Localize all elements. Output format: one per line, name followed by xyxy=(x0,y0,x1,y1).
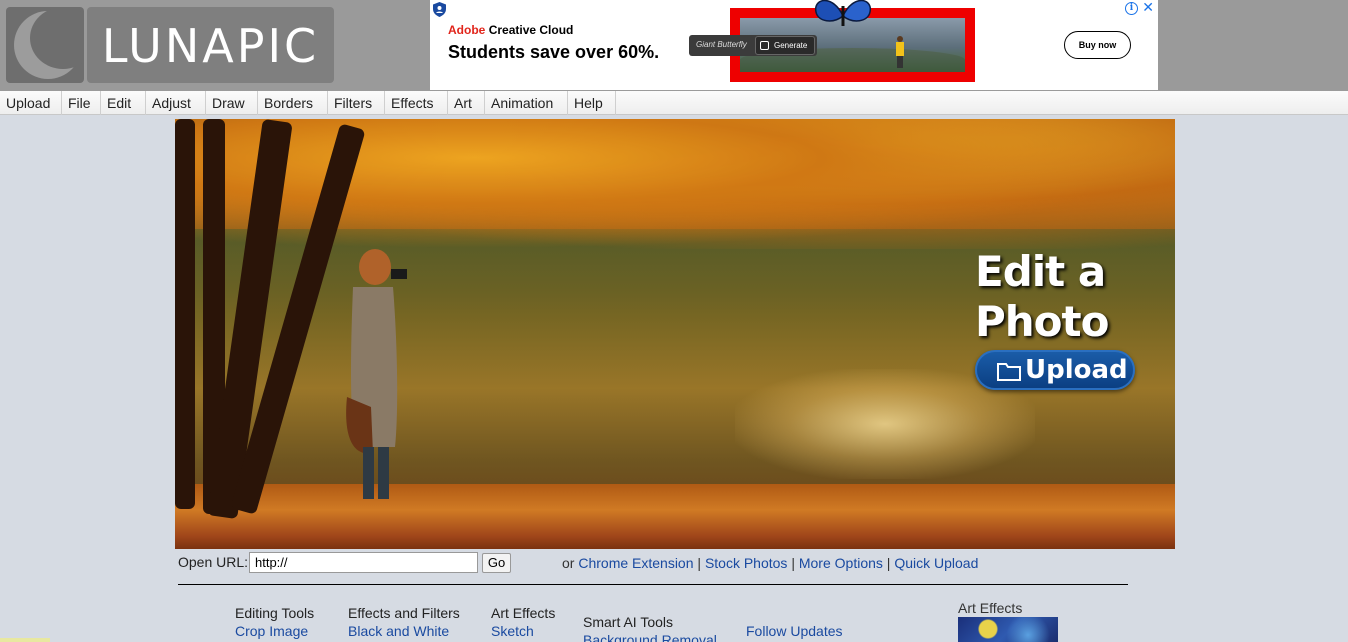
menu-adjust[interactable]: Adjust xyxy=(146,91,206,115)
site-header: LUNAPIC i ✕ Adobe Creative Cloud Student… xyxy=(0,0,1348,91)
ad-prompt-text: Giant Butterfly xyxy=(696,40,747,49)
menu-animation[interactable]: Animation xyxy=(485,91,568,115)
url-go-button[interactable]: Go xyxy=(482,553,511,573)
main-menu: Upload File Edit Adjust Draw Borders Fil… xyxy=(0,91,1348,115)
menu-help[interactable]: Help xyxy=(568,91,616,115)
crop-image-link[interactable]: Crop Image xyxy=(235,622,314,640)
follow-updates-link[interactable]: Follow Updates xyxy=(746,622,843,640)
hero-title: Edit a Photo xyxy=(975,247,1165,347)
lunapic-logo[interactable]: LUNAPIC xyxy=(6,7,334,83)
open-url-label: Open URL: xyxy=(178,554,249,570)
ad-generate-label: Generate xyxy=(774,41,808,50)
art-effects-title: Art Effects xyxy=(958,600,1023,616)
or-text: or xyxy=(562,555,575,571)
column-heading: Effects and Filters xyxy=(348,605,460,621)
background-removal-link[interactable]: Background Removal xyxy=(583,631,717,642)
hero-title-line1: Edit a xyxy=(975,247,1106,296)
bottom-edge-strip xyxy=(0,638,50,642)
stock-photos-link[interactable]: Stock Photos xyxy=(705,555,788,571)
hero-title-line2: Photo xyxy=(975,297,1109,346)
folder-icon xyxy=(997,363,1021,381)
ad-shield-icon xyxy=(433,2,446,17)
hero-upload-label: Upload xyxy=(1025,355,1128,385)
ad-info-icon[interactable]: i xyxy=(1125,2,1138,15)
generate-icon xyxy=(760,41,769,50)
section-divider xyxy=(178,584,1128,585)
column-heading: Smart AI Tools xyxy=(583,614,674,630)
moon-logo-icon xyxy=(6,7,84,83)
ad-brand-product: Creative Cloud xyxy=(488,23,574,37)
open-url-input[interactable] xyxy=(249,552,478,573)
ad-close-icon[interactable]: ✕ xyxy=(1142,0,1154,16)
ad-buy-now-button[interactable]: Buy now xyxy=(1064,31,1131,59)
menu-effects[interactable]: Effects xyxy=(385,91,448,115)
photographer-figure xyxy=(346,249,407,499)
menu-filters[interactable]: Filters xyxy=(328,91,385,115)
menu-art[interactable]: Art xyxy=(448,91,485,115)
art-effects-sidebar: Art Effects xyxy=(958,600,1058,642)
ad-generate-button[interactable]: Generate xyxy=(755,36,815,55)
smart-ai-tools-column: Smart AI Tools Background Removal xyxy=(583,613,717,642)
tree-trunk xyxy=(175,119,195,509)
menu-file[interactable]: File xyxy=(62,91,101,115)
column-heading: Editing Tools xyxy=(235,605,315,621)
logo-text: LUNAPIC xyxy=(101,19,320,73)
editing-tools-column: Editing Tools Crop Image xyxy=(235,604,314,640)
art-effects-column: Art Effects Sketch xyxy=(491,604,555,640)
menu-edit[interactable]: Edit xyxy=(101,91,146,115)
ad-prompt-box[interactable]: Giant Butterfly Generate xyxy=(689,35,817,56)
quick-upload-link[interactable]: Quick Upload xyxy=(894,555,978,571)
butterfly-icon xyxy=(815,0,871,26)
extra-links: or Chrome Extension | Stock Photos | Mor… xyxy=(562,555,979,571)
effects-filters-column: Effects and Filters Black and White xyxy=(348,604,460,640)
black-and-white-link[interactable]: Black and White xyxy=(348,622,460,640)
menu-upload[interactable]: Upload xyxy=(0,91,62,115)
art-effects-thumbnail[interactable] xyxy=(958,617,1058,642)
ad-brand-adobe: Adobe xyxy=(448,23,486,37)
ad-headline: Students save over 60%. xyxy=(448,42,660,62)
hero-upload-button[interactable]: Upload xyxy=(975,350,1135,390)
chrome-extension-link[interactable]: Chrome Extension xyxy=(578,555,693,571)
advertisement-banner[interactable]: i ✕ Adobe Creative Cloud Students save o… xyxy=(430,0,1158,90)
menu-borders[interactable]: Borders xyxy=(258,91,328,115)
column-heading: Art Effects xyxy=(491,605,556,621)
ad-brand: Adobe Creative Cloud xyxy=(448,23,573,37)
more-options-link[interactable]: More Options xyxy=(799,555,883,571)
hero-banner-image[interactable]: Edit a Photo Upload xyxy=(175,119,1175,549)
sketch-link[interactable]: Sketch xyxy=(491,622,555,640)
ad-figure-icon xyxy=(896,36,904,68)
menu-draw[interactable]: Draw xyxy=(206,91,258,115)
follow-updates-column: Follow Updates xyxy=(746,622,843,640)
